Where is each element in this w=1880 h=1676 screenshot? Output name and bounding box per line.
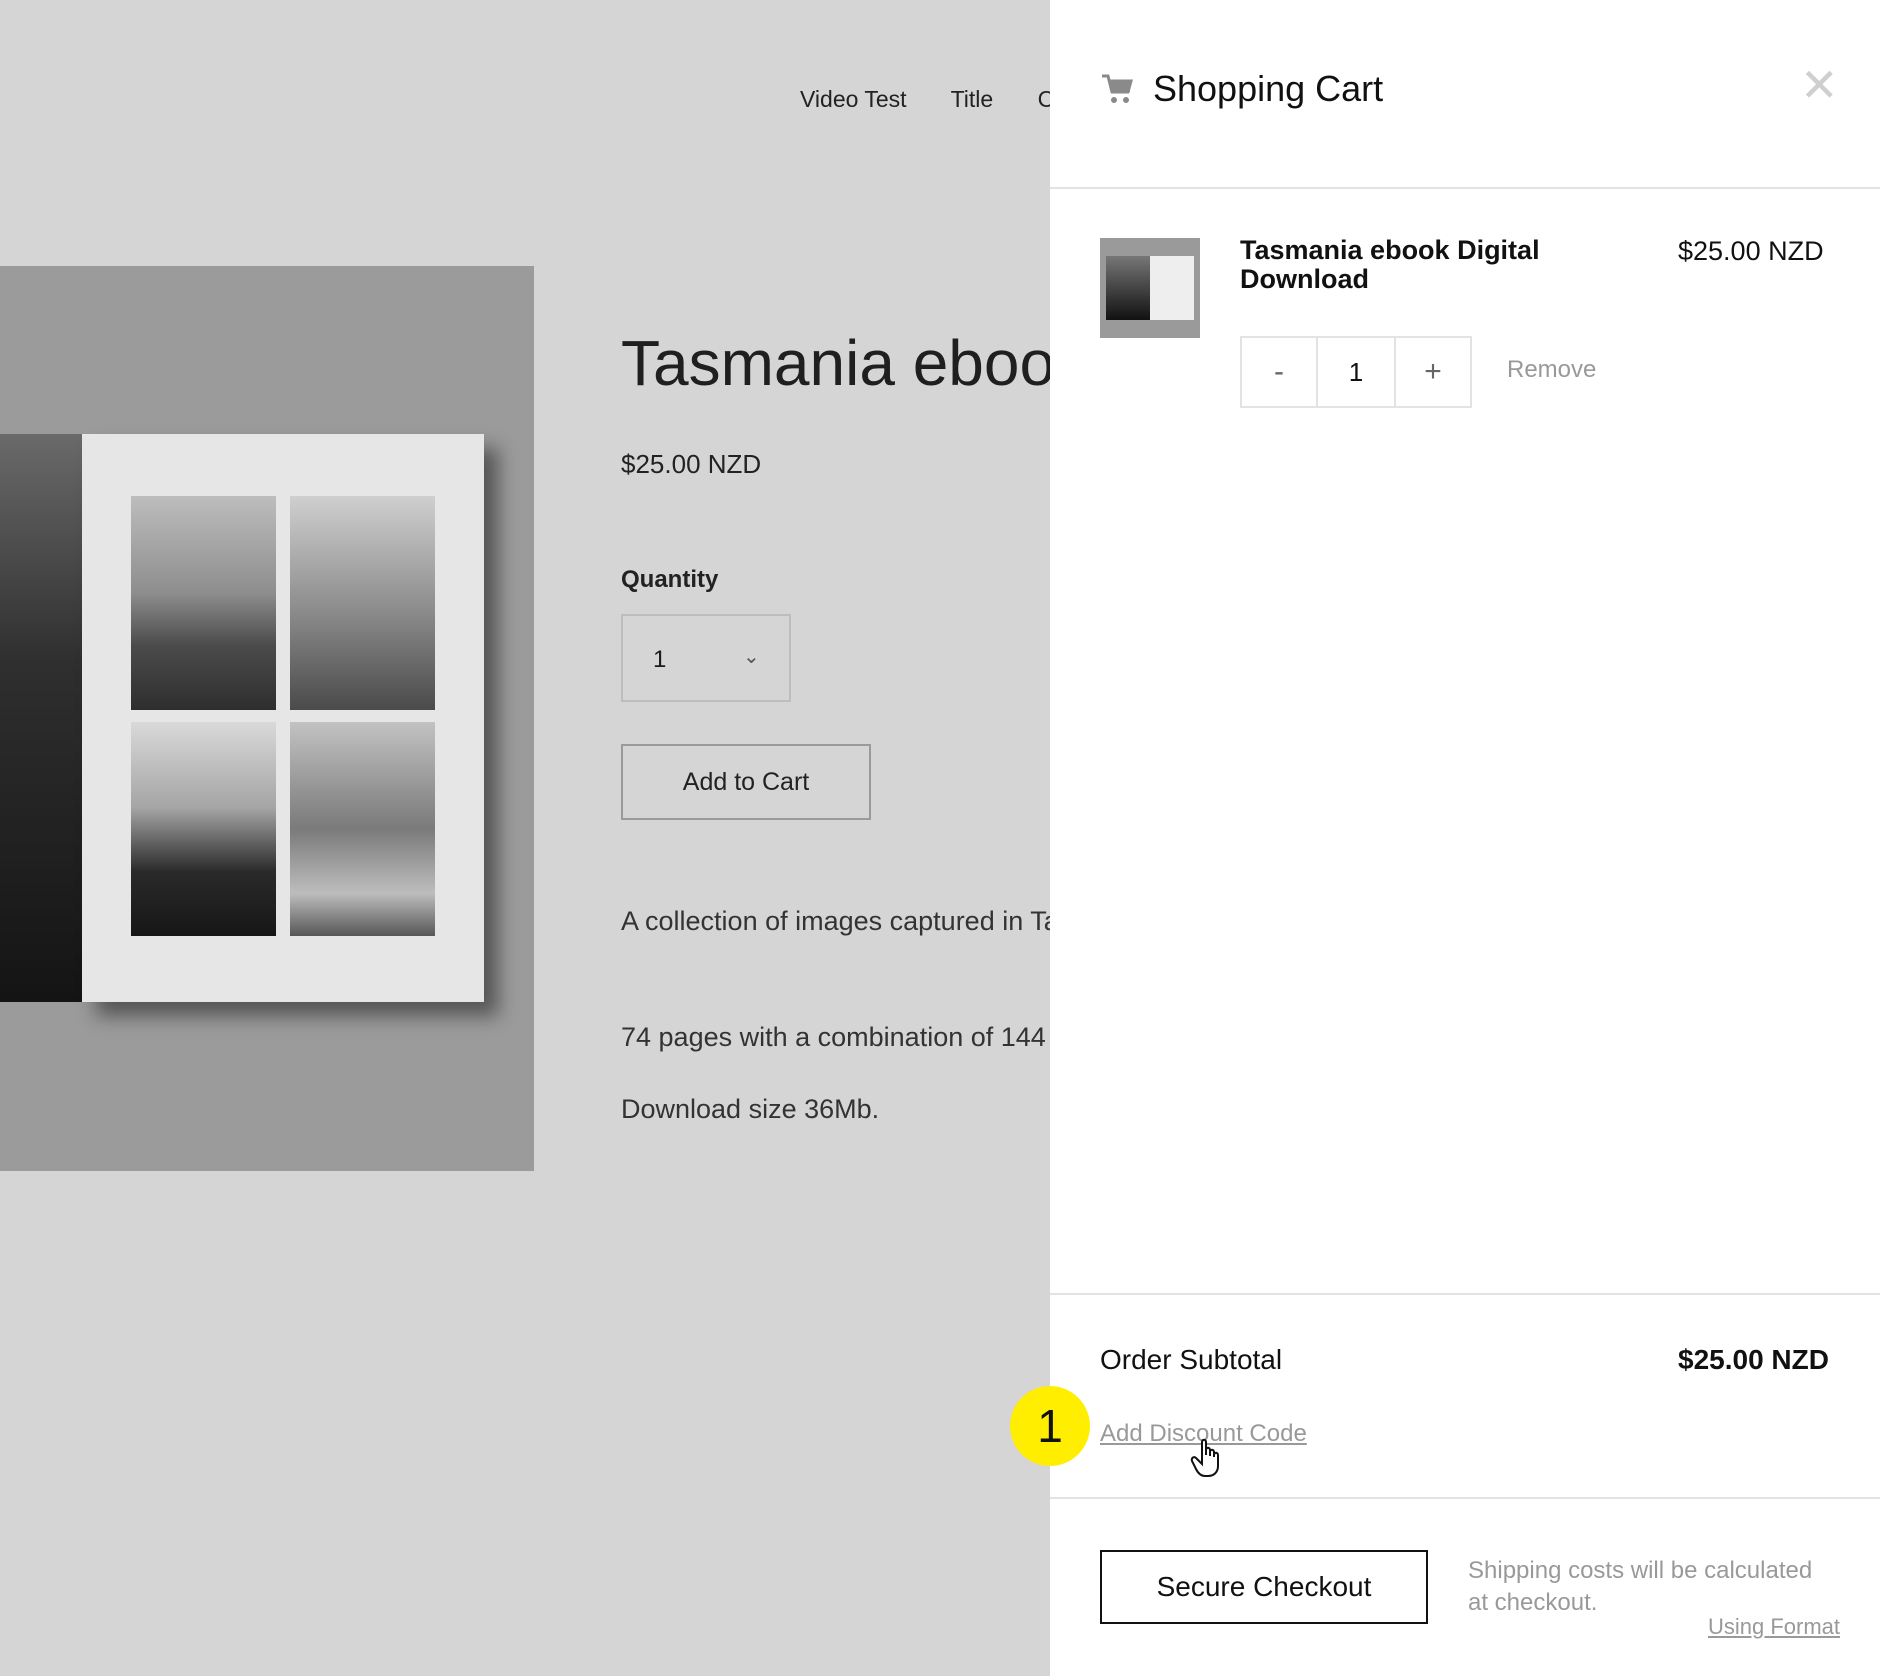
product-description-line: A collection of images captured in Ta an…: [621, 906, 1050, 936]
quantity-select[interactable]: 1 ⌄: [621, 614, 791, 702]
product-title: Tasmania ebook: [621, 327, 1050, 399]
hand-pointer-icon: [1190, 1438, 1219, 1477]
cart-item-thumbnail: [1100, 238, 1200, 338]
step-marker: 1: [1010, 1386, 1090, 1466]
close-icon[interactable]: ✕: [1800, 62, 1839, 108]
secure-checkout-button[interactable]: Secure Checkout: [1100, 1550, 1428, 1624]
shipping-note: Shipping costs will be calculated at che…: [1468, 1557, 1813, 1616]
ebook-photo-mountain: [131, 496, 276, 710]
ebook-photo-river: [290, 722, 435, 936]
quantity-label: Quantity: [621, 566, 719, 593]
cart-footer-divider: [1050, 1293, 1880, 1295]
chevron-down-icon: ⌄: [743, 646, 760, 668]
cart-header-divider: [1050, 187, 1880, 189]
cart-item-quantity[interactable]: 1: [1316, 338, 1396, 406]
cart-item-name: Tasmania ebook Digital Download: [1240, 235, 1540, 294]
product-description-size: Download size 36Mb.: [621, 1094, 880, 1124]
top-navigation: Video Test Title Co: [800, 86, 1050, 113]
cart-item-price: $25.00 NZD: [1678, 236, 1824, 266]
ebook-preview-image: [82, 434, 484, 1002]
cart-title: Shopping Cart: [1153, 68, 1384, 109]
checkout-divider: [1050, 1497, 1880, 1499]
product-page-background: Video Test Title Co Tasmania ebook $25.0…: [0, 0, 1050, 1676]
product-description-pages: 74 pages with a combination of 144 c: [621, 1022, 1050, 1052]
cart-item-thumbnail-photo: [1106, 256, 1150, 320]
add-to-cart-button[interactable]: Add to Cart: [621, 744, 871, 820]
ebook-photo-coast: [131, 722, 276, 936]
nav-item-video-test[interactable]: Video Test: [800, 86, 907, 112]
nav-item-title[interactable]: Title: [951, 86, 994, 112]
shopping-cart-icon: [1102, 74, 1133, 103]
increase-quantity-button[interactable]: +: [1396, 338, 1470, 406]
product-price: $25.00 NZD: [621, 449, 762, 479]
remove-item-link[interactable]: Remove: [1507, 356, 1596, 384]
ebook-photo-forest: [290, 496, 435, 710]
order-subtotal-label: Order Subtotal: [1100, 1344, 1283, 1375]
quantity-select-value: 1: [653, 646, 667, 673]
order-subtotal-value: $25.00 NZD: [1678, 1344, 1829, 1375]
using-format-link[interactable]: Using Format: [1708, 1614, 1840, 1640]
quantity-stepper: - 1 +: [1240, 336, 1472, 408]
nav-item-truncated[interactable]: Co: [1038, 86, 1050, 112]
decrease-quantity-button[interactable]: -: [1242, 338, 1316, 406]
cart-item-thumbnail-page: [1150, 256, 1194, 320]
product-image-gallery: [0, 266, 534, 1171]
shopping-cart-panel: Shopping Cart ✕ Tasmania ebook Digital D…: [1050, 0, 1880, 1676]
product-photo-left: [0, 434, 82, 1002]
